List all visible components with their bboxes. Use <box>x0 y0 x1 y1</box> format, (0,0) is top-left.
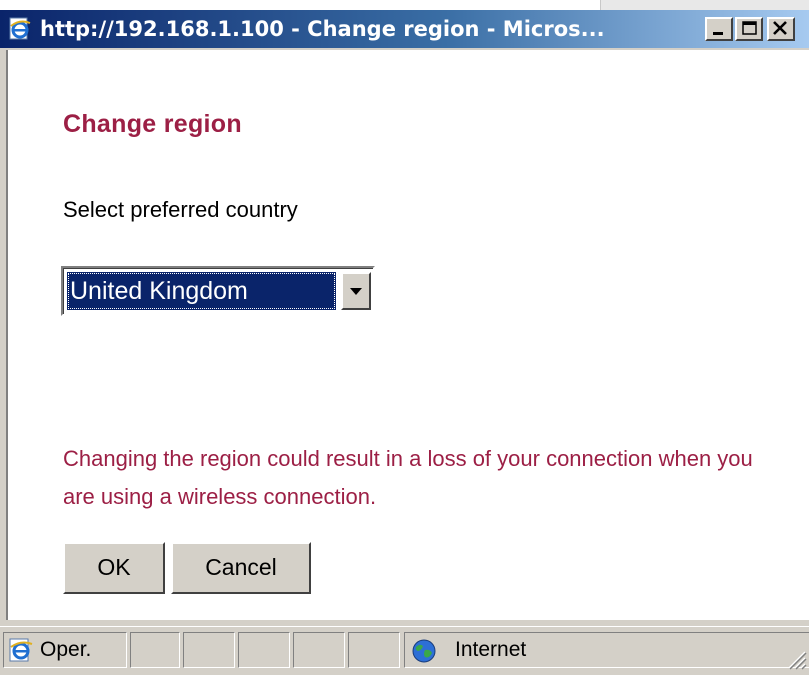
cancel-button[interactable]: Cancel <box>171 542 311 594</box>
close-button[interactable] <box>767 17 795 41</box>
page-content: Change region Select preferred country U… <box>6 50 809 620</box>
close-icon <box>773 21 787 35</box>
resize-grip[interactable] <box>783 646 807 675</box>
country-select-value[interactable]: United Kingdom <box>67 272 336 310</box>
status-pane-empty <box>183 632 235 668</box>
ok-button[interactable]: OK <box>63 542 165 594</box>
maximize-icon <box>742 21 757 35</box>
minimize-button[interactable] <box>705 17 733 41</box>
country-select-label: Select preferred country <box>63 197 298 222</box>
title-bar[interactable]: http://192.168.1.100 - Change region - M… <box>0 10 809 48</box>
status-pane-zone: Internet <box>404 632 809 668</box>
browser-popup-window: http://192.168.1.100 - Change region - M… <box>0 10 809 675</box>
status-pane-empty <box>238 632 290 668</box>
country-select[interactable]: United Kingdom <box>61 266 375 316</box>
status-pane-main: Oper. <box>3 632 127 668</box>
status-pane-empty <box>293 632 345 668</box>
maximize-button[interactable] <box>735 17 763 41</box>
resize-grip-icon <box>788 651 807 670</box>
status-pane-progress <box>130 632 180 668</box>
ie-page-icon <box>8 637 34 668</box>
globe-icon <box>411 638 437 669</box>
ie-page-icon <box>8 17 32 41</box>
region-warning-text: Changing the region could result in a lo… <box>63 446 753 509</box>
status-text: Oper. <box>40 638 92 661</box>
backdrop-panel <box>600 0 809 10</box>
minimize-icon <box>713 32 723 35</box>
window-title: http://192.168.1.100 - Change region - M… <box>40 17 605 41</box>
desktop-backdrop <box>0 0 809 10</box>
security-zone-text: Internet <box>455 638 527 661</box>
status-bar: Oper. Internet <box>0 626 809 674</box>
chevron-down-icon <box>350 288 362 295</box>
status-pane-empty <box>348 632 400 668</box>
page-title: Change region <box>63 110 242 138</box>
select-dropdown-button[interactable] <box>341 272 371 310</box>
